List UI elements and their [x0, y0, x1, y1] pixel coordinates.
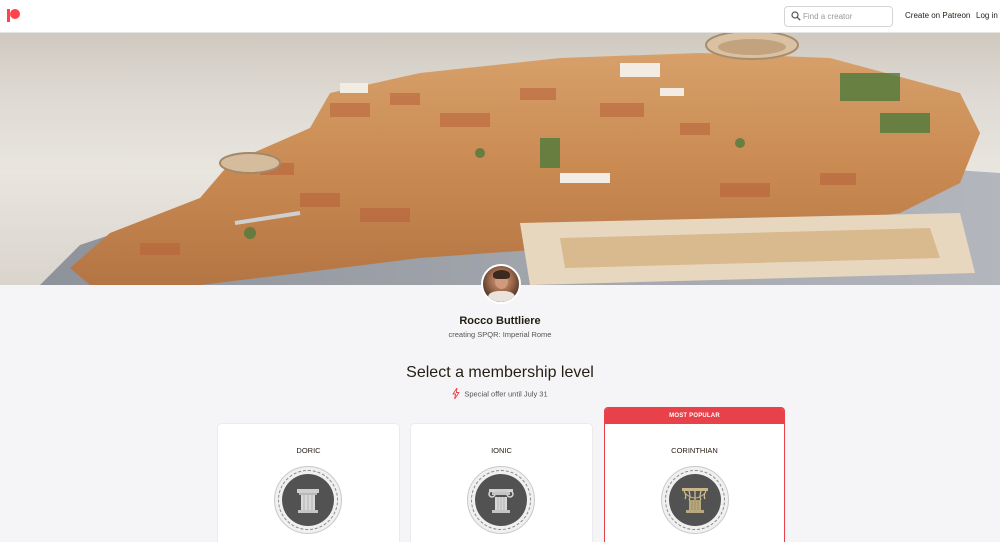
special-offer-text: Special offer until July 31 — [464, 389, 548, 399]
corinthian-column-icon — [661, 466, 729, 534]
search-icon — [791, 11, 801, 21]
patreon-logo[interactable] — [7, 9, 20, 22]
tier-name: DORIC — [296, 446, 321, 455]
top-nav-bar: Create on Patreon Log in — [0, 0, 1000, 33]
tier-name: IONIC — [491, 446, 512, 455]
tier-card-corinthian[interactable]: MOST POPULAR CORINTHIAN — [604, 407, 785, 542]
tier-name: CORINTHIAN — [671, 446, 718, 455]
log-in-link[interactable]: Log in — [976, 11, 998, 20]
tier-card-doric[interactable]: DORIC — [218, 424, 399, 542]
lightning-bolt-icon — [452, 387, 460, 401]
create-on-patreon-link[interactable]: Create on Patreon — [905, 11, 970, 20]
search-input[interactable] — [803, 9, 889, 24]
creator-tagline: creating SPQR: Imperial Rome — [448, 330, 552, 339]
search-box[interactable] — [784, 6, 893, 27]
special-offer-notice: Special offer until July 31 — [0, 387, 1000, 401]
creator-avatar[interactable] — [481, 264, 521, 304]
ionic-column-icon — [467, 466, 535, 534]
doric-column-icon — [274, 466, 342, 534]
most-popular-badge: MOST POPULAR — [605, 408, 784, 424]
membership-section-title: Select a membership level — [406, 364, 594, 381]
creator-name: Rocco Buttliere — [459, 315, 541, 327]
cover-banner-image — [0, 33, 1000, 285]
tier-card-ionic[interactable]: IONIC — [411, 424, 592, 542]
